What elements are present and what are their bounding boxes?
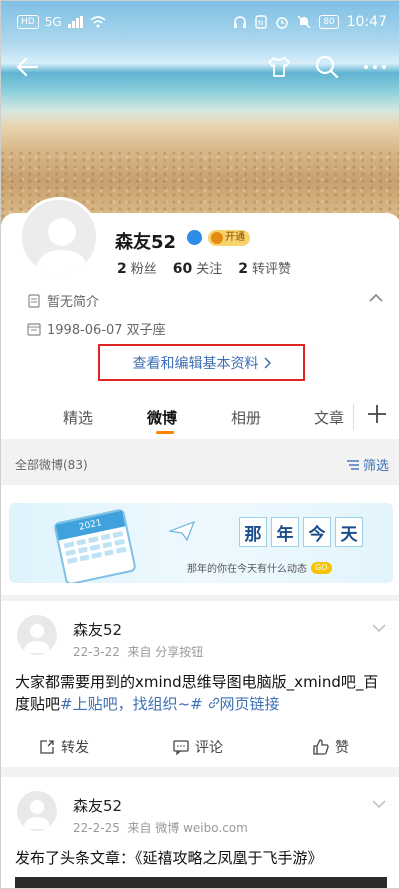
search-icon[interactable] — [313, 53, 341, 81]
tab-album[interactable]: 相册 — [231, 407, 261, 428]
post-avatar[interactable] — [17, 791, 57, 831]
banner-title: 那 年 今 天 — [239, 517, 363, 547]
wifi-icon — [90, 16, 106, 28]
link-icon — [208, 697, 219, 709]
nfc-icon: N — [255, 15, 267, 29]
all-posts-count: 全部微博(83) — [15, 458, 88, 472]
post-meta: 22-3-22 来自 分享按钮 — [73, 645, 204, 659]
banner-title-char: 年 — [271, 517, 299, 547]
headphone-icon — [234, 16, 247, 28]
on-this-day-banner[interactable]: 2021 那 年 今 天 那年的你在今天有什么动态 GO — [9, 503, 393, 583]
document-icon — [28, 293, 40, 308]
filter-icon — [346, 459, 359, 470]
banner-section: 2021 那 年 今 天 那年的你在今天有什么动态 GO — [1, 485, 399, 595]
profile-stats: 2 粉丝 60 关注 2 转评赞 — [117, 258, 291, 277]
status-bar: HD 5G N 80 10:47 — [1, 1, 399, 45]
post-author[interactable]: 森友52 — [73, 619, 122, 640]
post-actions: 转发 评论 赞 — [1, 727, 399, 767]
repost-icon — [40, 740, 54, 754]
thumbs-up-icon — [313, 739, 329, 755]
verified-badge-icon — [187, 230, 202, 245]
default-avatar-icon — [24, 624, 50, 653]
tab-weibo[interactable]: 微博 — [147, 407, 177, 428]
username: 森友52 — [115, 232, 177, 253]
bio-text: 暂无简介 — [47, 295, 100, 310]
post-text: 大家都需要用到的xmind思维导图电脑版_xmind吧_百度贴吧#上贴吧，找组织… — [15, 673, 379, 713]
birthday-row: 1998-06-07 双子座 — [27, 319, 166, 338]
edit-profile-link[interactable]: 查看和编辑基本资料 — [98, 344, 305, 381]
tab-divider — [353, 404, 354, 430]
hashtag-link[interactable]: #上贴吧，找组织~# — [60, 695, 203, 713]
tshirt-icon[interactable] — [265, 53, 293, 81]
post-text: 发布了头条文章：《延禧攻略之凤凰于飞手游》 — [15, 849, 323, 867]
svg-text:N: N — [258, 19, 263, 27]
profile-tabs: 精选 微博 相册 文章 — [1, 395, 399, 439]
banner-title-char: 那 — [239, 517, 267, 547]
network-label: 5G — [44, 15, 62, 29]
clock: 10:47 — [346, 14, 387, 30]
avatar[interactable] — [19, 197, 99, 277]
go-pill: GO — [311, 561, 332, 574]
post-card: 森友52 22-2-25 来自 微博 weibo.com 发布了头条文章：《延禧… — [1, 777, 399, 888]
mute-icon — [297, 15, 311, 29]
vip-badge[interactable]: 开通 — [208, 230, 250, 246]
active-tab-indicator — [156, 431, 174, 434]
top-nav — [1, 45, 399, 89]
crown-icon — [211, 232, 223, 244]
stat-interactions[interactable]: 2 转评赞 — [238, 258, 291, 277]
tab-articles[interactable]: 文章 — [314, 407, 344, 428]
banner-title-char: 天 — [335, 517, 363, 547]
vip-label: 开通 — [225, 232, 245, 243]
signal-icon — [67, 16, 83, 28]
alarm-icon — [276, 17, 288, 29]
back-arrow-icon[interactable] — [13, 53, 41, 81]
calendar-icon — [27, 322, 41, 336]
hd-badge: HD — [17, 15, 39, 29]
birthday-text: 1998-06-07 双子座 — [47, 323, 166, 338]
default-avatar-icon — [24, 800, 50, 829]
chevron-up-icon[interactable] — [368, 293, 384, 303]
like-button[interactable]: 赞 — [313, 737, 349, 757]
stat-fans[interactable]: 2 粉丝 — [117, 258, 157, 277]
repost-button[interactable]: 转发 — [39, 737, 89, 757]
banner-subtitle-text: 那年的你在今天有什么动态 — [187, 564, 307, 575]
post-image-preview[interactable] — [15, 877, 387, 888]
comment-button[interactable]: 评论 — [173, 737, 223, 757]
comment-icon — [173, 740, 189, 755]
filter-label: 筛选 — [362, 459, 389, 474]
edit-profile-label: 查看和编辑基本资料 — [132, 355, 259, 372]
chevron-right-icon — [263, 356, 271, 369]
chevron-down-icon[interactable] — [371, 623, 387, 633]
more-icon[interactable] — [361, 53, 389, 81]
stat-following[interactable]: 60 关注 — [173, 258, 223, 277]
tab-featured[interactable]: 精选 — [63, 407, 93, 428]
bio-row: 暂无简介 — [27, 291, 99, 310]
filter-bar: 全部微博(83) 筛选 — [1, 445, 399, 481]
paper-plane-icon — [169, 521, 195, 541]
post-author[interactable]: 森友52 — [73, 795, 122, 816]
web-link[interactable]: 网页链接 — [208, 695, 280, 713]
post-avatar[interactable] — [17, 615, 57, 655]
filter-button[interactable]: 筛选 — [346, 455, 389, 474]
post-meta: 22-2-25 来自 微博 weibo.com — [73, 821, 248, 835]
banner-title-char: 今 — [303, 517, 331, 547]
add-tab-icon[interactable] — [366, 403, 388, 425]
profile-screen: HD 5G N 80 10:47 森友52 开通 2 粉丝 60 关注 2 转评赞 — [0, 0, 400, 889]
post-card: 森友52 22-3-22 来自 分享按钮 大家都需要用到的xmind思维导图电脑… — [1, 601, 399, 767]
chevron-down-icon[interactable] — [371, 799, 387, 809]
battery-level: 80 — [319, 15, 339, 29]
banner-subtitle: 那年的你在今天有什么动态 GO — [187, 560, 332, 575]
calendar-illustration: 2021 — [53, 508, 137, 583]
